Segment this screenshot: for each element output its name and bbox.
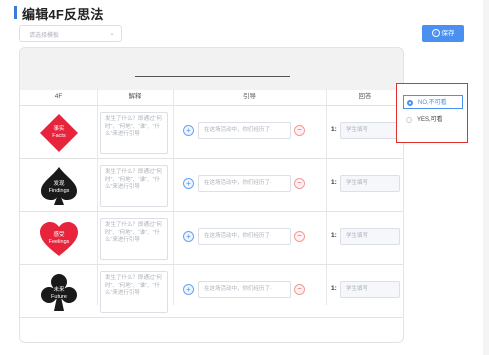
page-title: 编辑4F反思法 (22, 7, 104, 22)
guide-input[interactable]: 在这场活动中，你们经历了· (198, 281, 291, 298)
save-button-label: 保存 (441, 30, 455, 37)
answer-number: 1: (331, 179, 337, 186)
radio-icon (406, 116, 412, 123)
save-button[interactable]: ✓ 保存 (422, 25, 464, 42)
option-label: NO,不可看 (418, 100, 447, 106)
diamond-suit-icon: 事实 Facts (38, 112, 80, 154)
card-header (20, 48, 403, 90)
header-divider-line (135, 76, 290, 77)
minus-icon[interactable]: − (294, 231, 305, 242)
answer-input[interactable]: 学生填写 (340, 281, 400, 298)
radio-icon (407, 99, 413, 106)
option-no-visible[interactable]: NO,不可看 (403, 95, 463, 109)
suit-label-zh: 未来 (53, 287, 65, 293)
suit-label-en: Facts (52, 133, 66, 139)
answer-input[interactable]: 学生填写 (340, 122, 400, 139)
heart-suit-icon: 感受 Feelings (38, 218, 80, 260)
explanation-textarea[interactable]: 发生了什么？即通过“何时”、“何地”、“谁”、“什么”来进行引导 (100, 218, 168, 260)
column-header-answer: 回答 (358, 93, 372, 100)
guide-input[interactable]: 在这场活动中，你们经历了· (198, 228, 291, 245)
reflection-table: 4F 解释 引导 回答 事实 Facts 发生了什么？即通过“何时”、“何地”、… (20, 89, 403, 318)
table-header: 4F 解释 引导 回答 (20, 89, 403, 106)
table-row: 事实 Facts 发生了什么？即通过“何时”、“何地”、“谁”、“什么”来进行引… (20, 106, 403, 159)
option-label: YES,可看 (417, 117, 443, 123)
plus-icon[interactable]: + (183, 178, 194, 189)
guide-input[interactable]: 在这场活动中，你们经历了· (198, 122, 291, 139)
explanation-textarea[interactable]: 发生了什么？即通过“何时”、“何地”、“谁”、“什么”来进行引导 (100, 165, 168, 207)
table-body: 事实 Facts 发生了什么？即通过“何时”、“何地”、“谁”、“什么”来进行引… (20, 106, 403, 318)
explanation-textarea[interactable]: 发生了什么？即通过“何时”、“何地”、“谁”、“什么”来进行引导 (100, 112, 168, 154)
template-select-placeholder: 请选择模板 (29, 33, 60, 39)
answer-input[interactable]: 学生填写 (340, 175, 400, 192)
club-suit-icon: 未来 Future (38, 271, 80, 313)
template-select[interactable]: 请选择模板 ⌄ (19, 25, 122, 42)
plus-icon[interactable]: + (183, 284, 194, 295)
minus-icon[interactable]: − (294, 125, 305, 136)
column-header-explanation: 解释 (128, 93, 142, 100)
page-scrollbar[interactable] (483, 0, 489, 355)
check-circle-icon: ✓ (431, 29, 440, 38)
plus-icon[interactable]: + (183, 125, 194, 136)
suit-label-en: Future (51, 294, 67, 300)
column-header-guide: 引导 (243, 93, 256, 100)
answer-number: 1: (331, 285, 337, 292)
suit-label-zh: 发现 (53, 181, 65, 187)
plus-icon[interactable]: + (183, 231, 194, 242)
answer-number: 1: (331, 232, 337, 239)
title-accent-bar (14, 6, 17, 19)
suit-label-en: Findings (48, 188, 70, 194)
table-row: 感受 Feelings 发生了什么？即通过“何时”、“何地”、“谁”、“什么”来… (20, 212, 403, 265)
minus-icon[interactable]: − (294, 284, 305, 295)
answer-input[interactable]: 学生填写 (340, 228, 400, 245)
guide-input[interactable]: 在这场活动中，你们经历了· (198, 175, 291, 192)
suit-label-zh: 事实 (53, 126, 65, 132)
answer-number: 1: (331, 126, 337, 133)
explanation-textarea[interactable]: 发生了什么？即通过“何时”、“何地”、“谁”、“什么”来进行引导 (100, 271, 168, 313)
table-row: 发现 Findings 发生了什么？即通过“何时”、“何地”、“谁”、“什么”来… (20, 159, 403, 212)
suit-label-en: Feelings (48, 239, 70, 245)
spade-suit-icon: 发现 Findings (38, 165, 80, 207)
reflection-card: 4F 解释 引导 回答 事实 Facts 发生了什么？即通过“何时”、“何地”、… (19, 47, 404, 343)
minus-icon[interactable]: − (294, 178, 305, 189)
option-yes-visible[interactable]: YES,可看 (403, 113, 463, 127)
visibility-popup: NO,不可看 YES,可看 (396, 83, 468, 143)
column-header-4f: 4F (54, 93, 63, 100)
chevron-down-icon: ⌄ (109, 30, 115, 37)
table-row: 未来 Future 发生了什么？即通过“何时”、“何地”、“谁”、“什么”来进行… (20, 265, 403, 318)
suit-label-zh: 感受 (53, 232, 65, 238)
